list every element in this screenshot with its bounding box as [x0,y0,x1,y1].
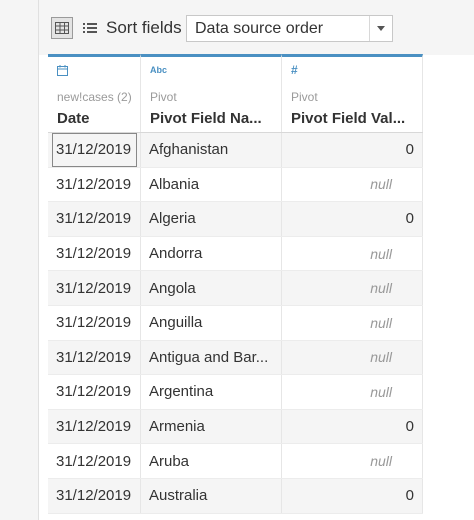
pivot-field-name-cell[interactable]: Anguilla [141,305,282,340]
pivot-field-value-cell[interactable]: null [282,167,423,202]
date-cell[interactable]: 31/12/2019 [48,409,141,444]
pivot-field-name-cell[interactable]: Argentina [141,375,282,409]
pivot-field-value-cell[interactable]: 0 [282,409,423,444]
sort-fields-label: Sort fields [106,18,182,37]
left-panel-strip [0,0,39,520]
date-cell[interactable]: 31/12/2019 [48,202,141,236]
toolbar: Sort fields Data source order [39,0,474,55]
column-header-pivot-field-values[interactable]: # Pivot Pivot Field Val... [282,54,423,132]
column-source: Pivot [150,90,177,104]
pivot-field-value-cell[interactable]: null [282,444,423,478]
pivot-field-name-cell[interactable]: Armenia [141,409,282,444]
pivot-field-value-cell[interactable]: 0 [282,478,423,513]
sort-fields-value: Data source order [195,20,324,37]
date-cell[interactable]: 31/12/2019 [48,444,141,478]
pivot-field-name-cell[interactable]: Andorra [141,236,282,271]
pivot-field-name-cell[interactable]: Australia [141,478,282,513]
pivot-field-value-cell[interactable]: 0 [282,133,423,167]
table-row[interactable]: 31/12/2019 Australia 0 [48,478,423,514]
pivot-field-name-cell[interactable]: Aruba [141,444,282,478]
pivot-field-value-cell[interactable]: 0 [282,202,423,236]
table-row[interactable]: 31/12/2019 Andorra null [48,236,423,272]
pivot-field-value-cell[interactable]: null [282,305,423,340]
table-row[interactable]: 31/12/2019 Antigua and Bar... null [48,340,423,376]
table-row[interactable]: 31/12/2019 Armenia 0 [48,409,423,445]
column-header-pivot-field-names[interactable]: Abc Pivot Pivot Field Na... [141,54,282,132]
date-cell[interactable]: 31/12/2019 [48,305,141,340]
table-row[interactable]: 31/12/2019 Afghanistan 0 [48,133,423,168]
date-cell[interactable]: 31/12/2019 [48,340,141,375]
data-grid: new!cases (2) Date Abc Pivot Pivot Field… [48,54,423,514]
dropdown-arrow[interactable] [369,16,392,41]
pivot-field-name-cell[interactable]: Algeria [141,202,282,236]
pivot-field-name-cell[interactable]: Afghanistan [141,133,282,167]
grid-view-icon [55,22,69,34]
date-cell[interactable]: 31/12/2019 [48,133,141,167]
table-row[interactable]: 31/12/2019 Angola null [48,271,423,306]
string-type-icon: Abc [150,65,168,75]
chevron-down-icon [377,26,385,31]
list-view-icon [83,23,97,33]
date-cell[interactable]: 31/12/2019 [48,236,141,271]
table-row[interactable]: 31/12/2019 Algeria 0 [48,202,423,237]
date-cell[interactable]: 31/12/2019 [48,167,141,202]
grid-view-button[interactable] [51,17,73,39]
number-type-icon: # [291,63,298,77]
column-name: Pivot Field Val... [291,110,406,127]
column-name: Date [57,110,90,127]
column-name: Pivot Field Na... [150,110,262,127]
pivot-field-value-cell[interactable]: null [282,271,423,305]
column-source: Pivot [291,90,318,104]
date-cell[interactable]: 31/12/2019 [48,478,141,513]
sort-fields-dropdown[interactable]: Data source order [186,15,393,42]
calendar-icon [57,65,68,78]
table-body: 31/12/2019 Afghanistan 0 31/12/2019 Albania n… [48,133,423,514]
date-cell[interactable]: 31/12/2019 [48,375,141,409]
list-view-button[interactable] [81,17,99,39]
date-cell[interactable]: 31/12/2019 [48,271,141,305]
pivot-field-name-cell[interactable]: Albania [141,167,282,202]
pivot-field-value-cell[interactable]: null [282,236,423,271]
table-row[interactable]: 31/12/2019 Albania null [48,167,423,203]
table-row[interactable]: 31/12/2019 Argentina null [48,375,423,410]
table-row[interactable]: 31/12/2019 Aruba null [48,444,423,479]
pivot-field-name-cell[interactable]: Angola [141,271,282,305]
header-row: new!cases (2) Date Abc Pivot Pivot Field… [48,54,423,133]
pivot-field-value-cell[interactable]: null [282,340,423,375]
column-source: new!cases (2) [57,90,132,104]
column-header-date[interactable]: new!cases (2) Date [48,54,141,132]
pivot-field-name-cell[interactable]: Antigua and Bar... [141,340,282,375]
pivot-field-value-cell[interactable]: null [282,375,423,409]
table-row[interactable]: 31/12/2019 Anguilla null [48,305,423,341]
